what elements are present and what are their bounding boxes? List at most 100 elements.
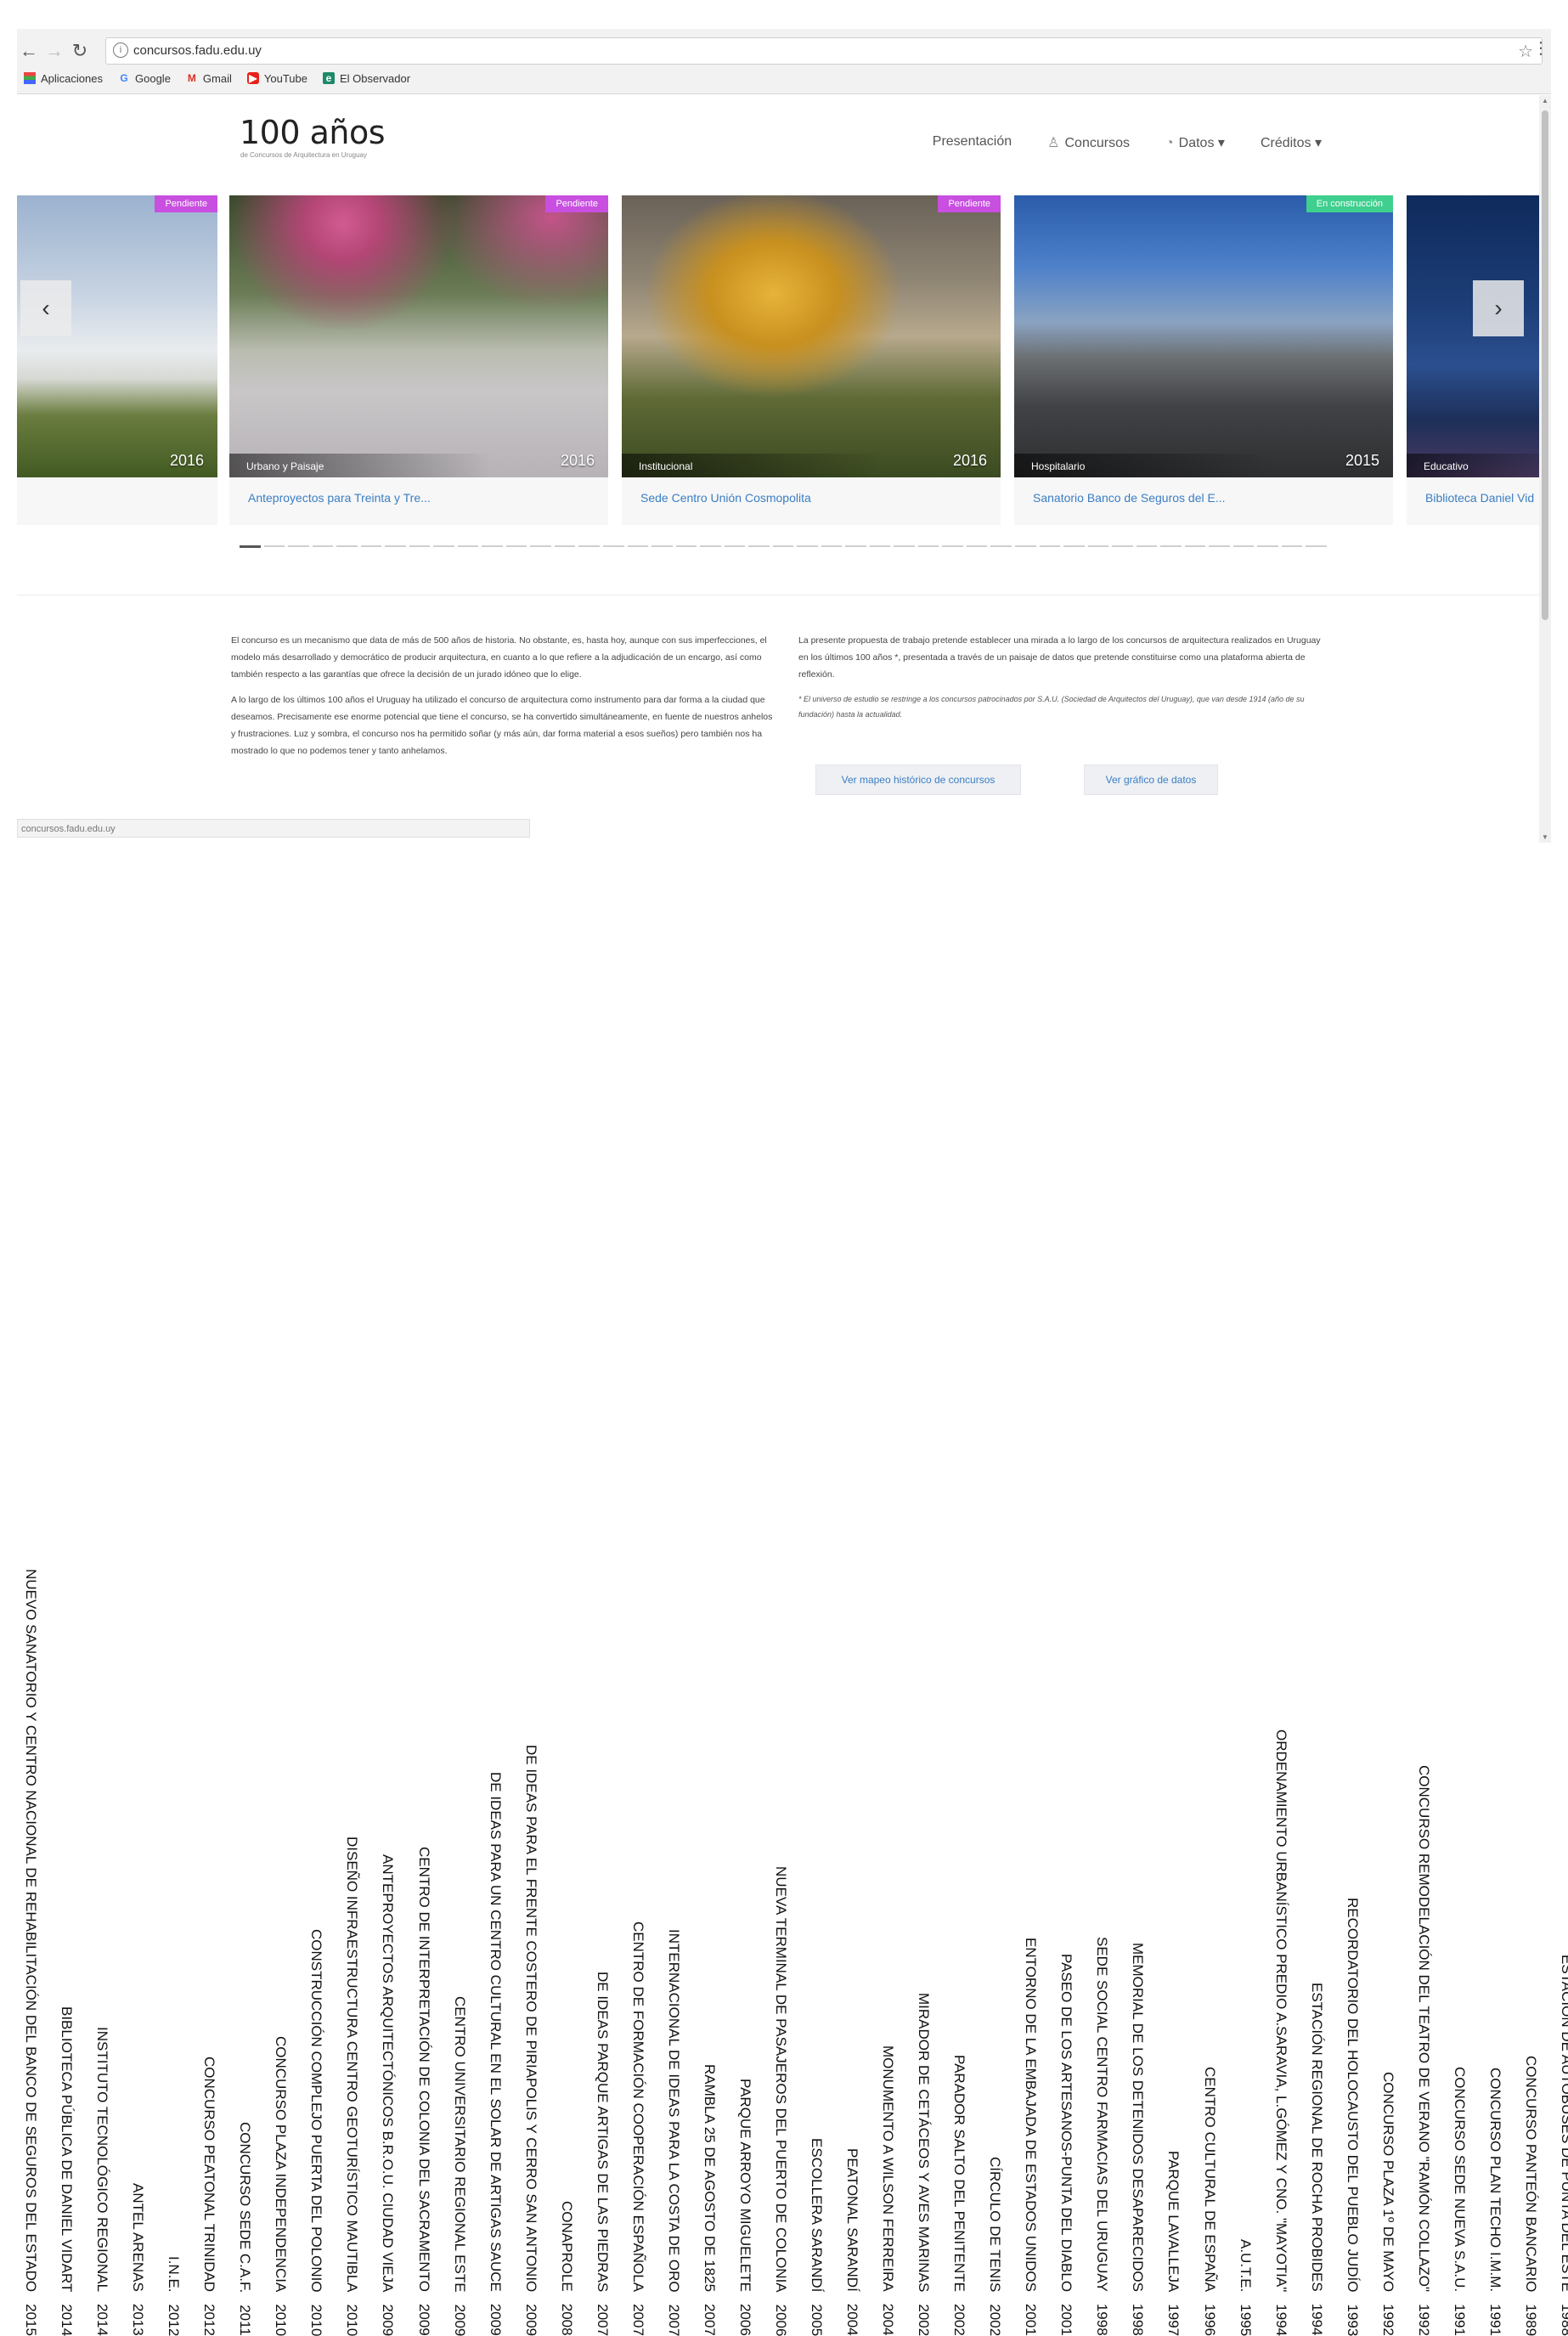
pagination-dot[interactable] — [1282, 545, 1303, 547]
competition-item[interactable]: CONCURSO PANTEÓN BANCARIO1989 — [1519, 892, 1544, 1622]
nav-creditos[interactable]: Créditos ▾ — [1261, 134, 1322, 151]
site-logo[interactable]: 100 años de Concursos de Arquitectura en… — [240, 114, 385, 160]
competition-item[interactable]: ORDENAMIENTO URBANÍSTICO PREDIO A.SARAVI… — [1269, 892, 1294, 1622]
pagination-dot[interactable] — [1112, 545, 1133, 547]
competition-item[interactable]: INSTITUTO TECNOLÓGICO REGIONAL2014 — [90, 892, 116, 1622]
competition-item[interactable]: CENTRO UNIVERSITARIO REGIONAL ESTE2009 — [448, 892, 473, 1622]
competition-item[interactable]: CONAPROLE2008 — [555, 892, 580, 1622]
view-map-button[interactable]: Ver mapeo histórico de concursos — [815, 765, 1021, 795]
pagination-dot[interactable] — [409, 545, 431, 547]
pagination-dot[interactable] — [918, 545, 939, 547]
pagination-dot[interactable] — [1015, 545, 1036, 547]
pagination-dot[interactable] — [482, 545, 503, 547]
reload-icon[interactable]: ↻ — [68, 39, 92, 63]
competition-item[interactable]: PARADOR SALTO DEL PENITENTE2002 — [947, 892, 973, 1622]
competition-item[interactable]: MEMORIAL DE LOS DETENIDOS DESAPARECIDOS1… — [1125, 892, 1151, 1622]
pagination-dot[interactable] — [990, 545, 1012, 547]
project-title[interactable]: Anteproyectos para Treinta y Tre... — [248, 491, 431, 505]
project-title[interactable]: Sede Centro Unión Cosmopolita — [640, 491, 811, 505]
pagination-dot[interactable] — [264, 545, 285, 547]
pagination-dot[interactable] — [1063, 545, 1085, 547]
competition-item[interactable]: NUEVA TERMINAL DE PASAJEROS DEL PUERTO D… — [769, 892, 794, 1622]
competition-item[interactable]: CONCURSO PLAZA 1º DE MAYO1992 — [1376, 892, 1402, 1622]
carousel-next-button[interactable]: › — [1473, 280, 1524, 336]
pagination-dot[interactable] — [240, 545, 261, 548]
bookmark-el-observador[interactable]: eEl Observador — [323, 72, 410, 85]
competition-item[interactable]: BIBLIOTECA PÚBLICA DE DANIEL VIDART2014 — [54, 892, 80, 1622]
pagination-dot[interactable] — [458, 545, 479, 547]
pagination-dot[interactable] — [385, 545, 406, 547]
nav-presentacion[interactable]: Presentación — [933, 134, 1012, 151]
competition-item[interactable]: ANTEL ARENAS2013 — [126, 892, 151, 1622]
view-chart-button[interactable]: Ver gráfico de datos — [1084, 765, 1218, 795]
competition-item[interactable]: ENTORNO DE LA EMBAJADA DE ESTADOS UNIDOS… — [1018, 892, 1044, 1622]
pagination-dot[interactable] — [336, 545, 358, 547]
nav-concursos[interactable]: ♙Concursos — [1047, 134, 1130, 151]
competition-item[interactable]: CONCURSO REMODELACIÓN DEL TEATRO DE VERA… — [1412, 892, 1437, 1622]
pagination-dot[interactable] — [894, 545, 915, 547]
pagination-dot[interactable] — [1306, 545, 1327, 547]
carousel-prev-button[interactable]: ‹ — [20, 280, 71, 336]
bookmark-gmail[interactable]: MGmail — [186, 72, 232, 85]
pagination-dot[interactable] — [1160, 545, 1182, 547]
pagination-dot[interactable] — [967, 545, 988, 547]
competition-item[interactable]: DE IDEAS PARA EL FRENTE COSTERO DE PIRIA… — [519, 892, 544, 1622]
bookmark-google[interactable]: GGoogle — [118, 72, 171, 85]
competition-item[interactable]: MIRADOR DE CETÁCEOS Y AVES MARINAS2002 — [911, 892, 937, 1622]
bookmark-apps[interactable]: Aplicaciones — [24, 72, 103, 85]
pagination-dot[interactable] — [530, 545, 551, 547]
pagination-dot[interactable] — [797, 545, 818, 547]
pagination-dot[interactable] — [555, 545, 576, 547]
pagination-dot[interactable] — [1257, 545, 1278, 547]
competition-item[interactable]: RECORDATORIO DEL HOLOCAUSTO DEL PUEBLO J… — [1340, 892, 1366, 1622]
pagination-dot[interactable] — [1040, 545, 1061, 547]
pagination-dot[interactable] — [1209, 545, 1230, 547]
competition-item[interactable]: CENTRO DE INTERPRETACIÓN DE COLONIA DEL … — [412, 892, 437, 1622]
pagination-dot[interactable] — [845, 545, 866, 547]
competition-item[interactable]: CONCURSO SEDE C.A.F.2011 — [233, 892, 258, 1622]
pagination-dot[interactable] — [288, 545, 309, 547]
page-scrollbar[interactable]: ▲ ▼ — [1539, 95, 1551, 843]
competition-item[interactable]: PARQUE LAVALLEJA1997 — [1161, 892, 1187, 1622]
competition-item[interactable]: INTERNACIONAL DE IDEAS PARA LA COSTA DE … — [662, 892, 687, 1622]
pagination-dot[interactable] — [506, 545, 527, 547]
competition-item[interactable]: DE IDEAS PARQUE ARTIGAS DE LAS PIEDRAS20… — [590, 892, 616, 1622]
project-title[interactable]: Biblioteca Daniel Vid — [1425, 491, 1534, 505]
competition-item[interactable]: RAMBLA 25 DE AGOSTO DE 18252007 — [697, 892, 723, 1622]
scroll-up-icon[interactable]: ▲ — [1539, 97, 1551, 104]
competition-item[interactable]: CONCURSO PLAN TECHO I.M.M.1991 — [1483, 892, 1509, 1622]
pagination-dot[interactable] — [1185, 545, 1206, 547]
bookmark-youtube[interactable]: ▶YouTube — [247, 72, 307, 85]
pagination-dot[interactable] — [651, 545, 673, 547]
competition-item[interactable]: CENTRO CULTURAL DE ESPAÑA1996 — [1198, 892, 1223, 1622]
pagination-dot[interactable] — [433, 545, 454, 547]
pagination-dot[interactable] — [578, 545, 600, 547]
pagination-dot[interactable] — [725, 545, 746, 547]
carousel-card[interactable]: Pendiente 2016 — [17, 195, 217, 525]
forward-arrow-icon[interactable]: → — [42, 39, 66, 63]
info-icon[interactable]: i — [113, 42, 128, 58]
competition-item[interactable]: CONCURSO SEDE NUEVA S.A.U.1991 — [1447, 892, 1473, 1622]
competition-item[interactable]: PARQUE ARROYO MIGUELETE2006 — [733, 892, 759, 1622]
pagination-dot[interactable] — [1233, 545, 1255, 547]
project-title[interactable]: Sanatorio Banco de Seguros del E... — [1033, 491, 1225, 505]
pagination-dot[interactable] — [821, 545, 843, 547]
competition-item[interactable]: CENTRO DE FORMACIÓN COOPERACIÓN ESPAÑOLA… — [626, 892, 651, 1622]
competition-item[interactable]: MONUMENTO A WILSON FERREIRA2004 — [876, 892, 901, 1622]
competition-item[interactable]: I.N.E.2012 — [161, 892, 187, 1622]
address-bar[interactable]: i concursos.fadu.edu.uy ☆ — [105, 37, 1543, 65]
competition-item[interactable]: DE IDEAS PARA UN CENTRO CULTURAL EN EL S… — [483, 892, 509, 1622]
pagination-dot[interactable] — [700, 545, 721, 547]
carousel-card[interactable]: Pendiente Urbano y Paisaje 2016 Anteproy… — [229, 195, 608, 525]
bookmark-star-icon[interactable]: ☆ — [1518, 41, 1533, 62]
competition-item[interactable]: A.U.T.E.1995 — [1233, 892, 1259, 1622]
pagination-dot[interactable] — [942, 545, 963, 547]
competition-item[interactable]: ESTACIÓN DE AUTOBUSES DE PUNTA DEL ESTE1… — [1554, 892, 1568, 1622]
competition-item[interactable]: CONSTRUCCIÓN COMPLEJO PUERTA DEL POLONIO… — [304, 892, 330, 1622]
carousel-card[interactable]: En construcción Hospitalario 2015 Sanato… — [1014, 195, 1393, 525]
competition-item[interactable]: NUEVO SANATORIO Y CENTRO NACIONAL DE REH… — [19, 892, 44, 1622]
competition-item[interactable]: CONCURSO PEATONAL TRINIDAD2012 — [197, 892, 223, 1622]
competition-item[interactable]: SEDE SOCIAL CENTRO FARMACIAS DEL URUGUAY… — [1090, 892, 1115, 1622]
browser-menu-icon[interactable]: ⋮ — [1532, 37, 1549, 59]
pagination-dot[interactable] — [603, 545, 624, 547]
